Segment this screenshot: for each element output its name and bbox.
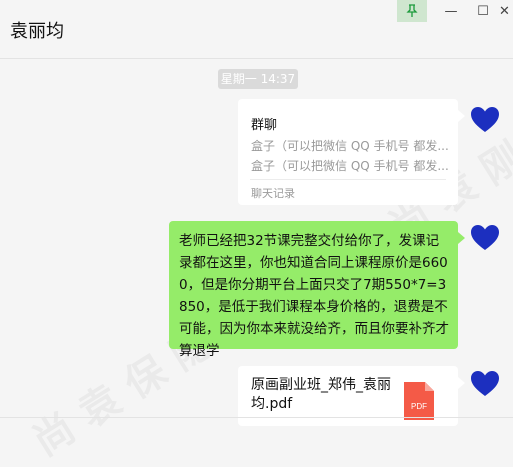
input-area-divider: [0, 417, 513, 418]
heart-avatar-icon: [471, 107, 499, 132]
avatar[interactable]: [468, 367, 502, 401]
heart-avatar-icon: [471, 371, 499, 396]
pdf-label: PDF: [411, 402, 427, 411]
pdf-file-icon: PDF: [404, 382, 434, 420]
bubble-caret: [458, 110, 465, 122]
message-timestamp: 星期一 14:37: [218, 69, 298, 89]
avatar[interactable]: [468, 103, 502, 137]
card-divider: [250, 179, 446, 180]
minimize-button[interactable]: —: [436, 0, 466, 22]
text-message-bubble[interactable]: 老师已经把32节课完整交付给你了，发课记录都在这里，你也知道合同上课程原价是66…: [169, 221, 458, 359]
bubble-caret: [458, 232, 465, 244]
chat-record-line: 盒子（可以把微信 QQ 手机号 都发...: [251, 139, 449, 153]
chat-record-footer: 聊天记录: [251, 187, 295, 200]
chat-record-title: 群聊: [251, 118, 278, 133]
file-name: 原画副业班_郑伟_袁丽均.pdf: [251, 377, 391, 412]
pin-glyph: [406, 4, 418, 17]
close-button[interactable]: ✕: [496, 0, 513, 22]
message-text: 老师已经把32节课完整交付给你了，发课记录都在这里，你也知道合同上课程原价是66…: [179, 233, 449, 359]
pin-icon[interactable]: [397, 0, 427, 22]
heart-avatar-icon: [471, 225, 499, 250]
avatar[interactable]: [468, 221, 502, 255]
maximize-button[interactable]: ☐: [468, 0, 498, 22]
chat-record-line: 盒子（可以把微信 QQ 手机号 都发...: [251, 159, 449, 173]
chat-record-card[interactable]: 群聊 盒子（可以把微信 QQ 手机号 都发... 盒子（可以把微信 QQ 手机号…: [238, 99, 458, 205]
chat-title: 袁丽均: [10, 21, 64, 42]
bubble-caret: [458, 377, 465, 389]
